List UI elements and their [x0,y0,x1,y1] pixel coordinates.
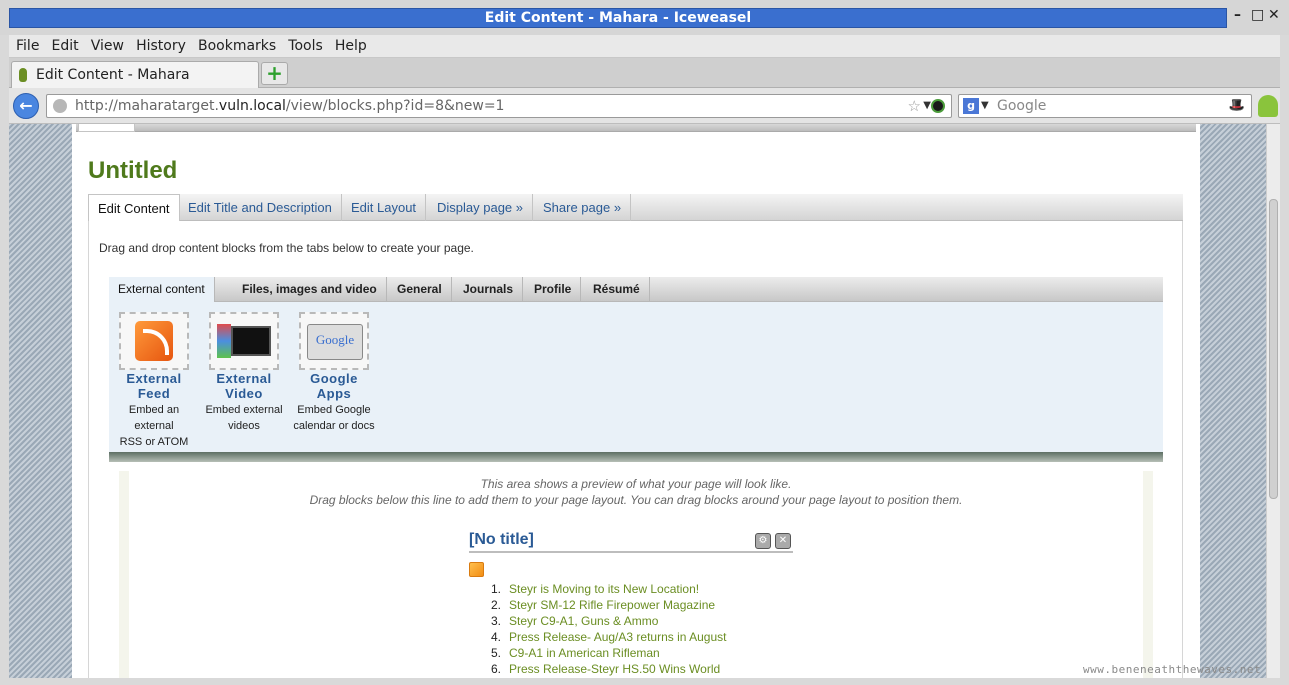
blocktype-icon-frame[interactable] [119,312,189,370]
tab-edit-title-description[interactable]: Edit Title and Description [179,194,342,221]
back-button[interactable]: ← [13,93,39,119]
blocktype-title: External Video [216,371,272,401]
page-edit-tabs: Edit Content Edit Title and Description … [88,194,1183,222]
window-title: Edit Content - Mahara - Iceweasel [9,8,1227,28]
engine-dropdown-icon[interactable]: ▼ [981,95,989,117]
browser-tab-strip: Edit Content - Mahara + [9,58,1280,88]
top-nav-active-tab[interactable] [78,124,135,132]
panel-divider [109,452,1163,462]
new-tab-button[interactable]: + [261,62,288,85]
feed-link[interactable]: Steyr SM-12 Rifle Firepower Magazine [509,598,715,612]
blocktype-title: Google Apps [310,371,358,401]
url-dropdown-icon[interactable]: ▼ [923,95,931,117]
tab-resume[interactable]: Résumé [584,277,650,302]
feed-item: 4. Press Release- Aug/A3 returns in Augus… [490,630,727,644]
maximize-icon[interactable]: □ [1251,7,1264,23]
window-titlebar: Edit Content - Mahara - Iceweasel – □ ✕ [0,0,1289,35]
block-configure-icon[interactable]: ⚙ [755,533,771,549]
android-icon[interactable] [1258,95,1278,117]
block-title[interactable]: [No title] [469,531,793,553]
tab-share-page[interactable]: Share page » [534,194,632,221]
blocktype-icon-frame[interactable]: Google [299,312,369,370]
blocktype-external-feed[interactable]: External Feed Embed an external RSS or ATO… [109,312,199,466]
background-stripes-left [9,124,72,678]
scrollbar-thumb[interactable] [1269,199,1278,499]
mahara-page: Untitled Edit Content Edit Title and Des… [72,124,1200,678]
preview-hint-line2: Drag blocks below this line to add them … [309,493,963,507]
tab-general[interactable]: General [388,277,452,302]
feed-item: 2. Steyr SM-12 Rifle Firepower Magazine [490,598,716,612]
feed-link[interactable]: Steyr C9-A1, Guns & Ammo [509,614,658,628]
content-category-tabs: External content Files, images and video… [109,277,1163,303]
site-identity-icon[interactable] [53,99,67,113]
menu-file[interactable]: File [16,36,39,57]
menubar: File Edit View History Bookmarks Tools H… [9,35,1280,58]
minimize-icon[interactable]: – [1234,7,1241,23]
watermark: www.beneneaththewaves.net [1083,663,1262,676]
tab-journals[interactable]: Journals [454,277,524,302]
blocktype-external-video[interactable]: External Video Embed external videos [199,312,289,434]
page-title: Untitled [88,157,178,184]
preview-hint-line1: This area shows a preview of what your p… [480,477,792,491]
feed-item: 1. Steyr is Moving to its New Location! [490,582,700,596]
menu-bookmarks[interactable]: Bookmarks [198,36,276,57]
feed-block[interactable]: [No title] ⚙ ✕ 1. Steyr is Moving to its … [469,531,793,677]
url-prefix: http://maharatarget. [75,98,219,114]
google-apps-icon: Google [307,324,363,360]
tab-display-page[interactable]: Display page » [428,194,533,221]
close-icon[interactable]: ✕ [1268,7,1280,23]
feed-link[interactable]: C9-A1 in American Rifleman [509,646,660,660]
spy-hat-icon[interactable]: 🎩 [1229,95,1245,117]
feed-item: 5. C9-A1 in American Rifleman [490,646,660,660]
page-scrollbar[interactable] [1266,124,1280,678]
tab-files-images-video[interactable]: Files, images and video [233,277,387,302]
mahara-favicon-icon [19,68,27,82]
menu-edit[interactable]: Edit [52,36,79,57]
tab-edit-layout[interactable]: Edit Layout [342,194,427,221]
url-bar[interactable]: http://maharatarget.vuln.local/view/bloc… [46,94,952,118]
blocktype-description: Embed Google calendar or docs [293,404,375,432]
tab-external-content[interactable]: External content [109,277,215,303]
blocktype-icon-frame[interactable] [209,312,279,370]
feed-link[interactable]: Steyr is Moving to its New Location! [509,582,699,596]
blocktype-panel: External Feed Embed an external RSS or ATO… [109,302,1163,464]
layout-preview-area: This area shows a preview of what your p… [119,471,1153,678]
layout-preview-column: This area shows a preview of what your p… [129,471,1143,678]
menu-history[interactable]: History [136,36,186,57]
tab-edit-content[interactable]: Edit Content [88,194,180,222]
tab-profile[interactable]: Profile [525,277,582,302]
instructions-text: Drag and drop content blocks from the ta… [99,241,474,255]
search-bar[interactable]: g ▼ Google 🎩 [958,94,1252,118]
rss-feed-icon [135,321,173,361]
block-remove-icon[interactable]: ✕ [775,533,791,549]
blocktype-google-apps[interactable]: Google Google Apps Embed Google calendar o… [289,312,379,434]
url-host: vuln.local [218,98,286,114]
search-placeholder: Google [997,98,1047,114]
google-engine-icon[interactable]: g [963,98,979,114]
feed-list: 1. Steyr is Moving to its New Location! 2… [469,581,793,677]
feed-link[interactable]: Press Release- Aug/A3 returns in August [509,630,726,644]
blocktype-title: External Feed [126,371,182,401]
feed-item: 6. Press Release-Steyr HS.50 Wins World [490,662,721,676]
video-reel-icon [217,324,231,358]
menu-view[interactable]: View [91,36,124,57]
feed-item: 3. Steyr C9-A1, Guns & Ammo [490,614,659,628]
blocktype-description: Embed external videos [205,404,283,432]
content-viewport: Untitled Edit Content Edit Title and Des… [9,124,1280,678]
browser-tab[interactable]: Edit Content - Mahara [11,61,259,88]
url-path: /view/blocks.php?id=8&new=1 [285,98,505,114]
menu-tools[interactable]: Tools [288,36,323,57]
go-icon[interactable] [931,99,945,113]
menu-help[interactable]: Help [335,36,367,57]
bookmark-star-icon[interactable]: ☆ [908,95,921,117]
background-stripes-right [1200,124,1266,678]
navigation-bar: ← http://maharatarget.vuln.local/view/bl… [9,88,1280,124]
video-icon [231,326,271,356]
feed-link[interactable]: Press Release-Steyr HS.50 Wins World [509,662,720,676]
top-nav-stub [76,124,1196,132]
edit-content-panel: Drag and drop content blocks from the ta… [88,221,1183,678]
browser-tab-title: Edit Content - Mahara [36,67,190,83]
rss-icon[interactable] [469,562,484,577]
back-arrow-icon: ← [19,96,33,115]
